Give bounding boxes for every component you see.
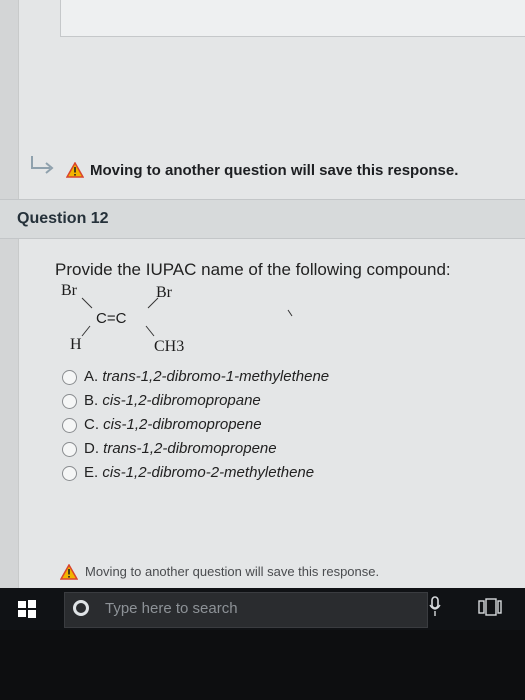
radio-button[interactable] xyxy=(62,418,77,433)
warning-text: Moving to another question will save thi… xyxy=(90,162,459,179)
warning-icon xyxy=(59,563,79,585)
warning-text: Moving to another question will save thi… xyxy=(85,564,380,579)
windows-start-icon[interactable] xyxy=(18,600,36,623)
search-placeholder: Type here to search xyxy=(105,600,238,617)
warning-icon xyxy=(65,161,85,183)
option-letter: B. xyxy=(84,392,99,409)
option-label: cis-1,2-dibromo-2-methylethene xyxy=(102,464,315,481)
question-prompt: Provide the IUPAC name of the following … xyxy=(55,260,451,279)
top-warning: Moving to another question will save thi… xyxy=(28,150,498,190)
compound-structure: Br Br C=C H CH3 xyxy=(58,282,298,362)
radio-button[interactable] xyxy=(62,370,77,385)
cortana-icon xyxy=(73,600,89,616)
previous-question-box xyxy=(60,0,525,37)
option-label: trans-1,2-dibromo-1-methylethene xyxy=(102,368,330,385)
option-letter: D. xyxy=(84,440,99,457)
taskbar-search-box[interactable]: Type here to search xyxy=(64,592,428,628)
atom-center: C=C xyxy=(96,310,127,327)
option-label: cis-1,2-dibromopropane xyxy=(102,392,261,409)
question-title: Question 12 xyxy=(17,210,109,227)
atom-bottom-right: CH3 xyxy=(154,338,185,355)
radio-button[interactable] xyxy=(62,442,77,457)
return-arrow-icon xyxy=(28,154,58,183)
bottom-warning: Moving to another question will save thi… xyxy=(59,562,520,586)
option-letter: A. xyxy=(84,368,99,385)
question-header: Question 12 xyxy=(0,199,525,239)
option-label: cis-1,2-dibromopropene xyxy=(103,416,262,433)
atom-bottom-left: H xyxy=(70,336,82,353)
atom-top-right: Br xyxy=(156,284,172,301)
browser-content: Moving to another question will save thi… xyxy=(0,0,525,588)
atom-top-left: Br xyxy=(61,282,77,299)
option-label: trans-1,2-dibromopropene xyxy=(103,440,277,457)
option-letter: C. xyxy=(84,416,99,433)
left-rail xyxy=(0,0,19,588)
radio-button[interactable] xyxy=(62,466,77,481)
option-letter: E. xyxy=(84,464,99,481)
microphone-icon[interactable] xyxy=(428,596,442,623)
taskbar: Type here to search xyxy=(0,588,525,630)
radio-button[interactable] xyxy=(62,394,77,409)
task-view-icon[interactable] xyxy=(478,598,502,621)
